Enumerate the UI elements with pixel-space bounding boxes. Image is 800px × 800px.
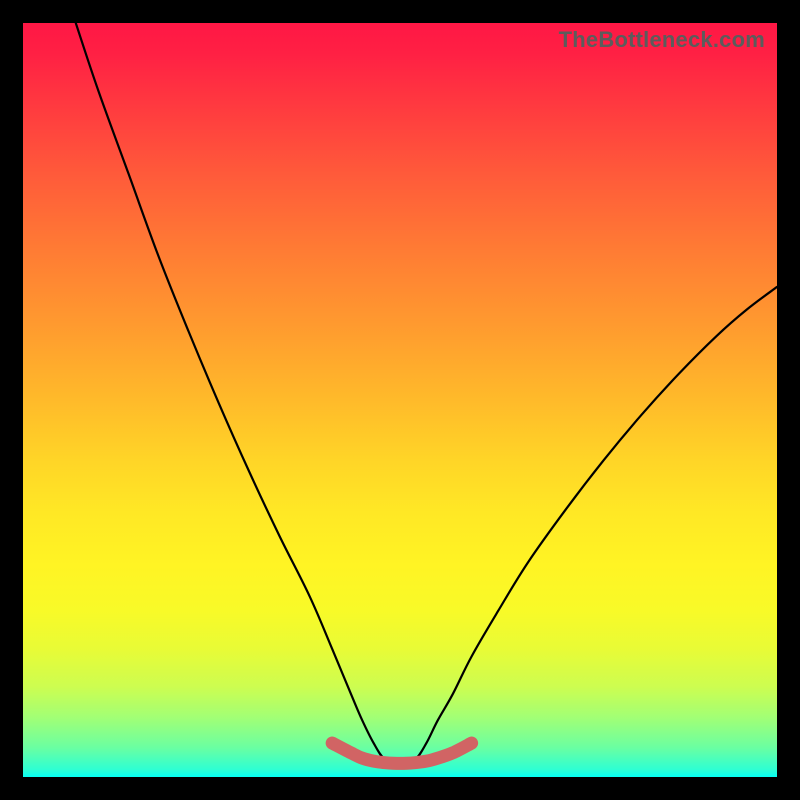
chart-plot-area: TheBottleneck.com: [23, 23, 777, 777]
chart-svg: [23, 23, 777, 777]
chart-frame: TheBottleneck.com: [0, 0, 800, 800]
optimal-band: [332, 743, 471, 763]
bottleneck-curve: [76, 23, 777, 766]
